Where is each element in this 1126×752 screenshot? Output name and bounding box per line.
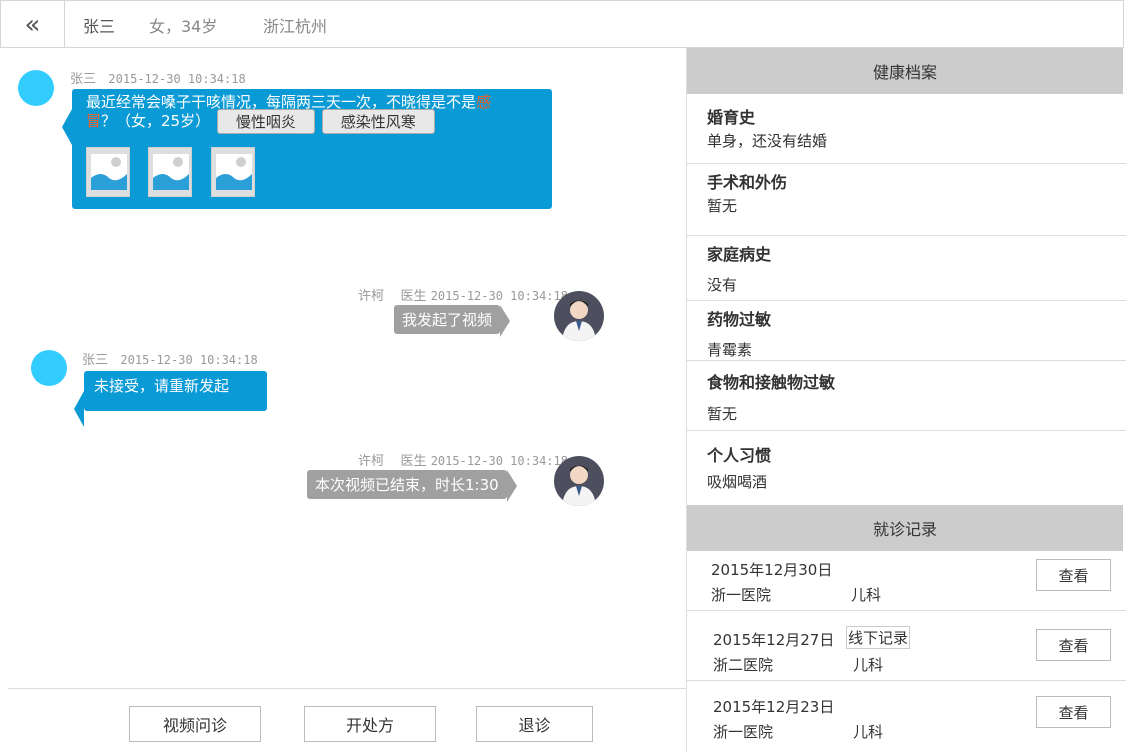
- record-habits: 个人习惯 吸烟喝酒: [687, 431, 1126, 505]
- record-value: 单身，还没有结婚: [707, 132, 828, 150]
- visit-record-item: 2015年12月27日 线下记录 浙二医院 儿科 查看: [687, 611, 1126, 681]
- message-time: 2015-12-30 10:34:18: [430, 289, 568, 303]
- record-surgery: 手术和外伤 暂无: [687, 164, 1126, 236]
- doctor-avatar[interactable]: [554, 456, 604, 506]
- message-text: 本次视频已结束，时长1:30: [315, 476, 499, 494]
- message-text: 我发起了视频: [402, 311, 493, 329]
- highlight-keyword: 冒: [86, 112, 102, 130]
- health-record-header: 健康档案: [687, 48, 1123, 94]
- message-bubble: 本次视频已结束，时长1:30: [307, 470, 517, 502]
- message-meta: 张三 2015-12-30 10:34:18: [82, 349, 258, 368]
- message-meta: 许柯 医生 2015-12-30 10:34:18: [358, 450, 568, 469]
- message-bubble: 未接受，请重新发起: [74, 371, 267, 427]
- patient-avatar[interactable]: [18, 70, 54, 106]
- attached-image[interactable]: [86, 147, 130, 197]
- patient-side-panel: 健康档案 婚育史 单身，还没有结婚 手术和外伤 暂无 家庭病史 没有 药物过敏 …: [686, 48, 1126, 752]
- visit-record-item: 2015年12月30日 浙一医院 儿科 查看: [687, 551, 1126, 611]
- record-drug-allergy: 药物过敏 青霉素: [687, 301, 1126, 361]
- patient-location: 浙江杭州: [263, 17, 328, 36]
- message-meta: 张三 2015-12-30 10:34:18: [70, 68, 246, 87]
- message-text: 未接受，请重新发起: [94, 377, 230, 395]
- record-title: 手术和外伤: [707, 173, 788, 192]
- diagnosis-tag-chronic-pharyngitis[interactable]: 慢性咽炎: [216, 109, 315, 134]
- record-value: 青霉素: [707, 341, 753, 359]
- message-text: ？（女，25岁）: [101, 112, 211, 130]
- record-title: 药物过敏: [707, 310, 772, 329]
- offline-record-tag: 线下记录: [846, 626, 911, 649]
- image-icon: [216, 154, 252, 190]
- visit-department: 儿科: [853, 723, 884, 741]
- visit-date: 2015年12月30日: [711, 561, 833, 579]
- view-record-button[interactable]: 查看: [1036, 696, 1111, 728]
- view-record-button[interactable]: 查看: [1036, 629, 1111, 661]
- record-title: 食物和接触物过敏: [707, 373, 836, 392]
- highlight-keyword: 感: [476, 93, 492, 111]
- record-food-allergy: 食物和接触物过敏 暂无: [687, 361, 1126, 431]
- record-title: 个人习惯: [707, 446, 772, 465]
- record-value: 暂无: [707, 197, 738, 215]
- attached-image[interactable]: [211, 147, 255, 197]
- doctor-portrait-icon: [562, 300, 596, 341]
- image-icon: [91, 154, 127, 190]
- record-value: 没有: [707, 276, 738, 294]
- doctor-avatar[interactable]: [554, 291, 604, 341]
- record-value: 暂无: [707, 405, 738, 423]
- image-icon: [153, 154, 189, 190]
- record-family-history: 家庭病史 没有: [687, 236, 1126, 301]
- patient-avatar[interactable]: [31, 350, 67, 386]
- doctor-portrait-icon: [562, 465, 596, 506]
- visit-hospital: 浙二医院: [713, 656, 774, 674]
- visit-date: 2015年12月23日: [713, 698, 835, 716]
- record-title: 家庭病史: [707, 245, 772, 264]
- record-marriage: 婚育史 单身，还没有结婚: [687, 94, 1126, 164]
- patient-name: 张三: [83, 17, 116, 36]
- message-bubble: 我发起了视频: [394, 305, 511, 337]
- collapse-back-button[interactable]: «: [1, 1, 65, 48]
- sender-name: 张三: [82, 353, 109, 368]
- diagnosis-tag-cold[interactable]: 感染性风寒: [321, 109, 435, 134]
- message-bubble: 最近经常会嗓子干咳情况，每隔两三天一次，不晓得是不是感 冒？（女，25岁） 慢性…: [62, 89, 552, 209]
- record-title: 婚育史: [707, 108, 756, 127]
- visit-records-header: 就诊记录: [687, 505, 1123, 551]
- exit-consult-button[interactable]: 退诊: [476, 706, 593, 742]
- visit-department: 儿科: [853, 656, 884, 674]
- prescribe-button[interactable]: 开处方: [304, 706, 436, 742]
- record-value: 吸烟喝酒: [707, 473, 768, 491]
- visit-date: 2015年12月27日: [713, 631, 835, 649]
- message-text-line2: 冒？（女，25岁） 慢性咽炎 感染性风寒: [86, 109, 435, 134]
- sender-name: 许柯: [358, 454, 385, 469]
- patient-gender-age: 女，34岁: [149, 17, 218, 36]
- divider: [8, 688, 686, 689]
- sender-role: 医生: [400, 289, 427, 304]
- message-time: 2015-12-30 10:34:18: [120, 353, 258, 367]
- patient-header: « 张三 女，34岁 浙江杭州: [0, 0, 1124, 48]
- attached-image[interactable]: [148, 147, 192, 197]
- view-record-button[interactable]: 查看: [1036, 559, 1111, 591]
- double-chevron-left-icon: «: [24, 9, 41, 40]
- chat-area: 张三 2015-12-30 10:34:18 最近经常会嗓子干咳情况，每隔两三天…: [0, 48, 686, 688]
- message-time: 2015-12-30 10:34:18: [108, 72, 246, 86]
- message-meta: 许柯 医生 2015-12-30 10:34:18: [358, 285, 568, 304]
- sender-name: 许柯: [358, 289, 385, 304]
- sender-role: 医生: [400, 454, 427, 469]
- visit-hospital: 浙一医院: [711, 586, 772, 604]
- message-time: 2015-12-30 10:34:18: [430, 454, 568, 468]
- sender-name: 张三: [70, 72, 97, 87]
- visit-department: 儿科: [851, 586, 882, 604]
- video-consult-button[interactable]: 视频问诊: [129, 706, 261, 742]
- visit-hospital: 浙一医院: [713, 723, 774, 741]
- visit-record-item: 2015年12月23日 浙一医院 儿科 查看: [687, 681, 1126, 752]
